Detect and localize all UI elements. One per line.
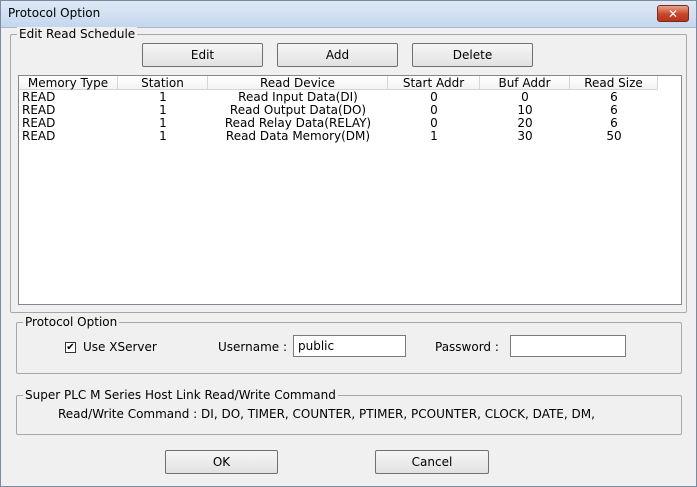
- password-label: Password :: [435, 340, 499, 354]
- read-write-command-text: Read/Write Command : DI, DO, TIMER, COUN…: [58, 407, 595, 421]
- edit-read-schedule-title: Edit Read Schedule: [17, 27, 138, 41]
- column-header-read-device[interactable]: Read Device: [208, 76, 388, 90]
- column-header-station[interactable]: Station: [118, 76, 208, 90]
- add-button-label: Add: [325, 48, 350, 62]
- cancel-button[interactable]: Cancel: [375, 450, 489, 474]
- column-header-read-size[interactable]: Read Size: [570, 76, 658, 90]
- edit-button[interactable]: Edit: [142, 43, 263, 67]
- username-field[interactable]: [294, 336, 405, 356]
- protocol-option-title: Protocol Option: [23, 315, 120, 329]
- close-button[interactable]: ✕: [657, 5, 689, 22]
- add-button[interactable]: Add: [277, 43, 398, 67]
- read-schedule-list[interactable]: Memory Type Station Read Device Start Ad…: [18, 75, 682, 305]
- cell-memory-type: READ: [22, 129, 56, 143]
- password-field-box: [510, 335, 626, 357]
- close-icon: ✕: [667, 7, 679, 21]
- ok-button-label: OK: [212, 455, 231, 469]
- username-label: Username :: [218, 340, 288, 354]
- delete-button[interactable]: Delete: [412, 43, 533, 67]
- column-header-start-addr[interactable]: Start Addr: [388, 76, 480, 90]
- cell-read-device: Read Data Memory(DM): [225, 129, 371, 143]
- use-xserver-checkbox[interactable]: ✔: [65, 342, 76, 353]
- checkmark-icon: ✔: [66, 342, 75, 353]
- edit-button-label: Edit: [190, 48, 215, 62]
- cancel-button-label: Cancel: [411, 455, 453, 469]
- use-xserver-label: Use XServer: [83, 340, 157, 354]
- password-field[interactable]: [511, 336, 625, 356]
- cell-read-size: 50: [606, 129, 622, 143]
- column-header-memory-type[interactable]: Memory Type: [19, 76, 118, 90]
- host-link-info-title: Super PLC M Series Host Link Read/Write …: [23, 388, 338, 402]
- list-header: Memory Type Station Read Device Start Ad…: [19, 76, 681, 91]
- column-header-buf-addr[interactable]: Buf Addr: [480, 76, 570, 90]
- delete-button-label: Delete: [452, 48, 493, 62]
- title-bar[interactable]: Protocol Option ✕: [1, 1, 696, 28]
- ok-button[interactable]: OK: [165, 450, 278, 474]
- table-row[interactable]: READ 1 Read Data Memory(DM) 1 30 50: [19, 130, 681, 143]
- cell-station: 1: [159, 129, 167, 143]
- username-field-box: [293, 335, 406, 357]
- window-title: Protocol Option: [8, 6, 101, 20]
- cell-buf-addr: 30: [517, 129, 533, 143]
- cell-start-addr: 1: [430, 129, 438, 143]
- protocol-option-dialog: Protocol Option ✕ Edit Read Schedule Edi…: [0, 0, 697, 487]
